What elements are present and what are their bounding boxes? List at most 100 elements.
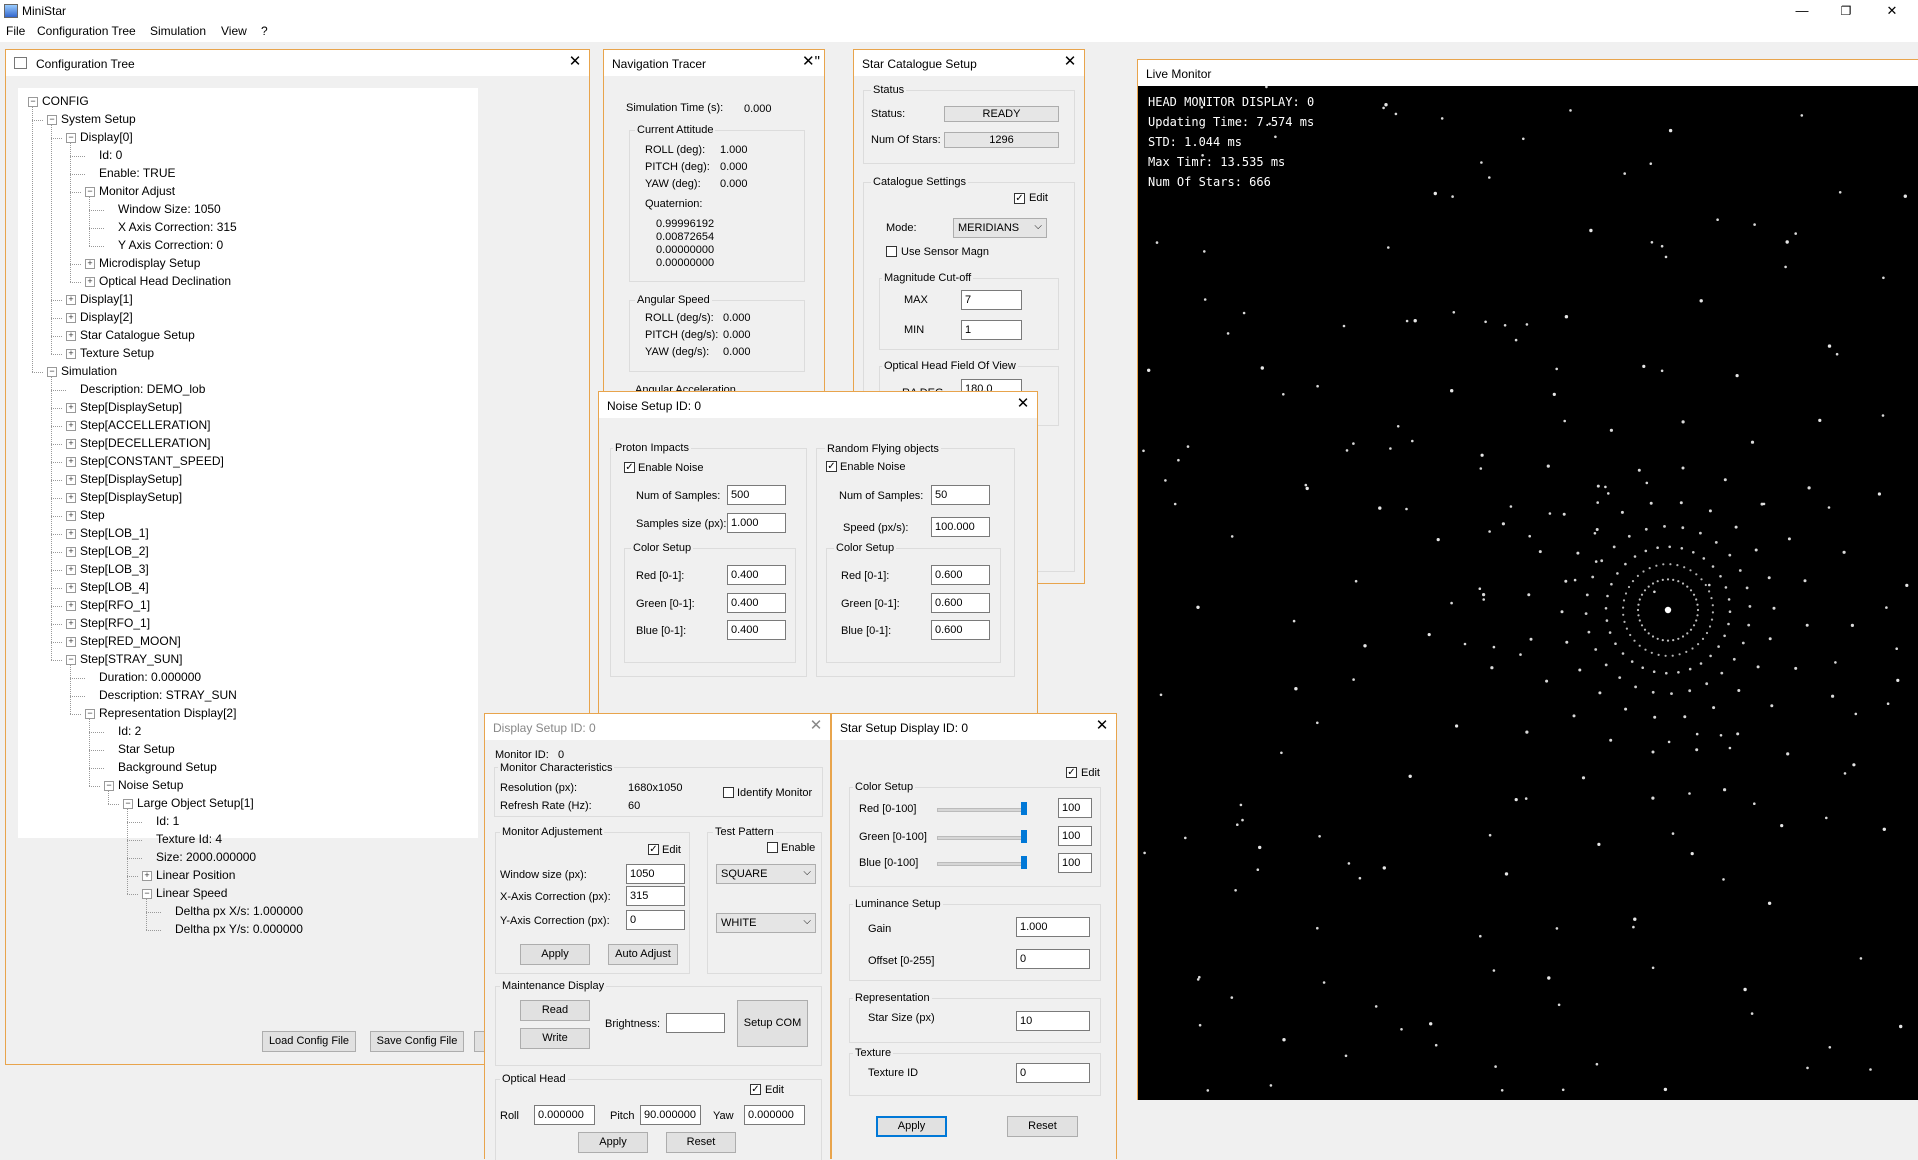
pattern-color-select[interactable]: WHITE ⌵ bbox=[716, 913, 816, 933]
config-tree[interactable]: − CONFIG − System Setup − Display[0] Id: 0 Enab… bbox=[18, 88, 478, 936]
max-input[interactable]: 7 bbox=[961, 290, 1022, 310]
blue-input[interactable]: 100 bbox=[1058, 853, 1092, 873]
brightness-input[interactable] bbox=[666, 1013, 725, 1033]
tree-node[interactable]: Description: DEMO_lob bbox=[80, 382, 205, 396]
tree-node[interactable]: Step[CONSTANT_SPEED] bbox=[80, 454, 224, 468]
save-config-button[interactable]: Save Config File bbox=[370, 1031, 464, 1052]
expand-icon[interactable]: + bbox=[66, 295, 76, 305]
tree-node[interactable]: Representation Display[2] bbox=[99, 706, 236, 720]
tree-node[interactable]: Large Object Setup[1] bbox=[137, 796, 254, 810]
tree-node[interactable]: X Axis Correction: 315 bbox=[118, 220, 237, 234]
auto-adjust-button[interactable]: Auto Adjust bbox=[608, 944, 678, 965]
expand-icon[interactable]: + bbox=[66, 313, 76, 323]
tree-node[interactable]: Enable: TRUE bbox=[99, 166, 175, 180]
tree-node[interactable]: Y Axis Correction: 0 bbox=[118, 238, 223, 252]
tree-node[interactable]: Step[LOB_3] bbox=[80, 562, 149, 576]
gain-input[interactable]: 1.000 bbox=[1016, 917, 1090, 937]
close-icon[interactable]: ✕" bbox=[802, 54, 820, 70]
collapse-icon[interactable]: − bbox=[85, 709, 95, 719]
proton-green-input[interactable]: 0.400 bbox=[727, 593, 786, 613]
red-slider-thumb[interactable] bbox=[1021, 802, 1027, 815]
optical-apply-button[interactable]: Apply bbox=[578, 1132, 648, 1153]
expand-icon[interactable]: + bbox=[66, 619, 76, 629]
edit-checkbox[interactable]: ✓ bbox=[1014, 193, 1025, 204]
tree-node[interactable]: Deltha px X/s: 1.000000 bbox=[175, 904, 303, 918]
tree-node[interactable]: Step bbox=[80, 508, 105, 522]
tree-node[interactable]: Duration: 0.000000 bbox=[99, 670, 201, 684]
close-icon[interactable]: ✕ bbox=[1015, 396, 1031, 412]
tree-node[interactable]: Microdisplay Setup bbox=[99, 256, 200, 270]
proton-samples-input[interactable]: 500 bbox=[727, 485, 786, 505]
expand-icon[interactable]: + bbox=[66, 583, 76, 593]
expand-icon[interactable]: + bbox=[66, 421, 76, 431]
close-button[interactable]: ✕ bbox=[1872, 2, 1912, 20]
tree-node[interactable]: Step[RFO_1] bbox=[80, 598, 150, 612]
write-button[interactable]: Write bbox=[520, 1028, 590, 1049]
tree-node[interactable]: Window Size: 1050 bbox=[118, 202, 221, 216]
collapse-icon[interactable]: − bbox=[123, 799, 133, 809]
adjustment-apply-button[interactable]: Apply bbox=[520, 944, 590, 965]
collapse-icon[interactable]: − bbox=[104, 781, 114, 791]
pitch-input[interactable]: 90.000000 bbox=[640, 1105, 701, 1125]
expand-icon[interactable]: + bbox=[66, 565, 76, 575]
rfo-green-input[interactable]: 0.600 bbox=[931, 593, 990, 613]
minimize-button[interactable]: — bbox=[1782, 2, 1822, 20]
collapse-icon[interactable]: − bbox=[47, 115, 57, 125]
tree-node[interactable]: Simulation bbox=[61, 364, 117, 378]
expand-icon[interactable]: + bbox=[66, 493, 76, 503]
expand-icon[interactable]: + bbox=[66, 403, 76, 413]
green-slider-thumb[interactable] bbox=[1021, 830, 1027, 843]
rfo-red-input[interactable]: 0.600 bbox=[931, 565, 990, 585]
min-input[interactable]: 1 bbox=[961, 320, 1022, 340]
y-correction-input[interactable]: 0 bbox=[626, 910, 685, 930]
tree-node[interactable]: Id: 1 bbox=[156, 814, 179, 828]
tree-node[interactable]: Step[RFO_1] bbox=[80, 616, 150, 630]
pattern-select[interactable]: SQUARE ⌵ bbox=[716, 864, 816, 884]
collapse-icon[interactable]: − bbox=[85, 187, 95, 197]
tree-node[interactable]: Step[LOB_1] bbox=[80, 526, 149, 540]
tree-node[interactable]: Step[DECELLERATION] bbox=[80, 436, 211, 450]
expand-icon[interactable]: + bbox=[66, 547, 76, 557]
red-slider[interactable] bbox=[937, 808, 1026, 812]
tree-node[interactable]: Id: 0 bbox=[99, 148, 122, 162]
use-sensor-magn-checkbox[interactable] bbox=[886, 246, 897, 257]
tree-node[interactable]: Noise Setup bbox=[118, 778, 183, 792]
setup-com-button[interactable]: Setup COM bbox=[737, 1000, 808, 1047]
rfo-speed-input[interactable]: 100.000 bbox=[931, 517, 990, 537]
proton-size-input[interactable]: 1.000 bbox=[727, 513, 786, 533]
load-config-button[interactable]: Load Config File bbox=[262, 1031, 356, 1052]
tree-node[interactable]: Description: STRAY_SUN bbox=[99, 688, 237, 702]
expand-icon[interactable]: + bbox=[66, 601, 76, 611]
tree-node[interactable]: Step[STRAY_SUN] bbox=[80, 652, 182, 666]
tree-node[interactable]: Step[RED_MOON] bbox=[80, 634, 181, 648]
star-apply-button[interactable]: Apply bbox=[876, 1116, 947, 1137]
red-input[interactable]: 100 bbox=[1058, 798, 1092, 818]
star-edit-checkbox[interactable]: ✓ bbox=[1066, 767, 1077, 778]
close-icon[interactable]: ✕ bbox=[1062, 54, 1078, 70]
optical-reset-button[interactable]: Reset bbox=[666, 1132, 736, 1153]
tree-node[interactable]: Step[DisplaySetup] bbox=[80, 400, 182, 414]
close-icon[interactable]: ✕ bbox=[567, 54, 583, 70]
menu-view[interactable]: View bbox=[221, 24, 247, 38]
expand-icon[interactable]: + bbox=[66, 529, 76, 539]
roll-input[interactable]: 0.000000 bbox=[534, 1105, 595, 1125]
window-size-input[interactable]: 1050 bbox=[626, 864, 685, 884]
rfo-blue-input[interactable]: 0.600 bbox=[931, 620, 990, 640]
tree-node[interactable]: Display[1] bbox=[80, 292, 133, 306]
expand-icon[interactable]: + bbox=[142, 871, 152, 881]
tree-node[interactable]: Display[2] bbox=[80, 310, 133, 324]
collapse-icon[interactable]: − bbox=[66, 655, 76, 665]
green-input[interactable]: 100 bbox=[1058, 826, 1092, 846]
expand-icon[interactable]: + bbox=[66, 457, 76, 467]
expand-icon[interactable]: + bbox=[85, 277, 95, 287]
expand-icon[interactable]: + bbox=[66, 439, 76, 449]
tree-node[interactable]: Star Catalogue Setup bbox=[80, 328, 195, 342]
read-button[interactable]: Read bbox=[520, 1000, 590, 1021]
blue-slider[interactable] bbox=[937, 862, 1026, 866]
expand-icon[interactable]: + bbox=[66, 349, 76, 359]
tree-node[interactable]: Display[0] bbox=[80, 130, 133, 144]
tree-node[interactable]: CONFIG bbox=[42, 94, 89, 108]
expand-icon[interactable]: + bbox=[85, 259, 95, 269]
tree-node[interactable]: Deltha px Y/s: 0.000000 bbox=[175, 922, 303, 936]
proton-red-input[interactable]: 0.400 bbox=[727, 565, 786, 585]
